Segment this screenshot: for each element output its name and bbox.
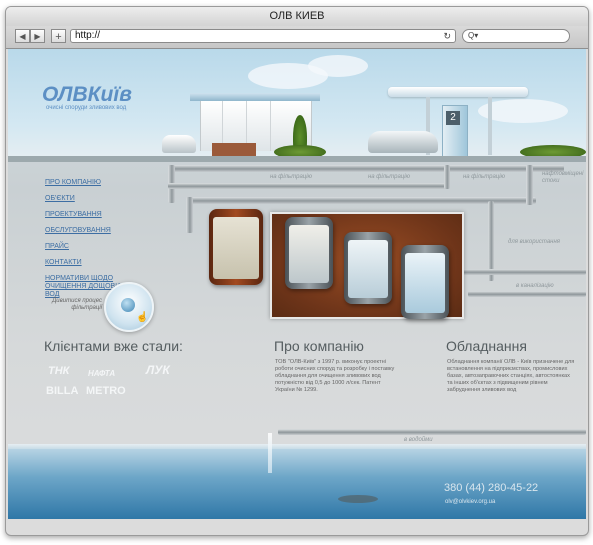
nav-item-contacts[interactable]: КОНТАКТИ <box>45 259 155 267</box>
water-stream <box>268 433 272 473</box>
pipe-label-filter-1: на фільтрацію <box>270 174 313 180</box>
station-sign: 2 <box>446 111 460 125</box>
pipe-right-riser <box>526 165 533 205</box>
url-text: http:// <box>75 30 101 41</box>
pipe-mid <box>186 197 536 204</box>
pipe-branch <box>168 183 448 189</box>
site-logo-subtitle: очисні споруди зливових вод <box>46 105 127 111</box>
pipe-label-outflow: в водойми <box>404 437 433 443</box>
tank-filter-2 <box>344 232 392 304</box>
tank-settler <box>209 209 263 285</box>
add-bookmark-button[interactable]: + <box>51 29 66 43</box>
nav-item-service[interactable]: ОБСЛУГОВУВАННЯ <box>45 227 155 235</box>
page-viewport: ОЛВКиїв очисні споруди зливових вод 2 ПР <box>8 49 586 519</box>
ground-line <box>8 156 586 162</box>
client-logo-tnk: ТНК <box>48 365 70 377</box>
back-button[interactable]: ◀ <box>15 29 30 43</box>
top-pipe <box>168 165 564 172</box>
equipment-heading: Обладнання <box>446 338 527 354</box>
url-bar[interactable]: http:// ↻ <box>70 29 456 43</box>
clients-heading: Клієнтами вже стали: <box>44 338 183 354</box>
contact-phone: 380 (44) 280-45-22 <box>444 482 539 494</box>
browser-toolbar: ◀ ▶ + http:// ↻ Q▾ <box>6 26 588 49</box>
nav-item-price[interactable]: ПРАЙС <box>45 243 155 251</box>
pipe-outflow <box>278 429 586 435</box>
fish-icon <box>338 495 378 503</box>
client-logo-luk: ЛУК <box>146 363 170 377</box>
tank-filter-3 <box>401 245 449 319</box>
pipe-label-filter-2: на фільтрацію <box>368 174 411 180</box>
about-heading: Про компанію <box>274 338 364 354</box>
pipe-reuse-out <box>448 269 586 275</box>
tank-filter-1 <box>285 217 333 289</box>
pipe-down-main <box>186 197 193 233</box>
pipe-label-oily: нафтовміщені стоки <box>542 171 584 184</box>
nav-item-objects[interactable]: ОБ'ЄКТИ <box>45 195 155 203</box>
pipe-label-reuse: для використання <box>508 239 560 245</box>
client-logo-billa: BILLA <box>46 385 79 397</box>
nav-item-about[interactable]: ПРО КОМПАНІЮ <box>45 179 155 187</box>
browser-window: ОЛВ КИЕВ ◀ ▶ + http:// ↻ Q▾ ОЛВКиїв очис… <box>5 6 589 536</box>
equipment-text: Обладнання компанії ОЛВ - Київ призначен… <box>447 359 575 393</box>
pipe-sewer-out <box>468 291 586 297</box>
client-logo-nafta: НАФТА <box>88 369 116 378</box>
suv-icon <box>368 131 438 153</box>
forward-button[interactable]: ▶ <box>30 29 45 43</box>
pipe-label-filter-3: на фільтрацію <box>463 174 506 180</box>
site-logo[interactable]: ОЛВКиїв <box>42 83 132 107</box>
search-field[interactable]: Q▾ <box>462 29 570 43</box>
view-filtering-button[interactable]: ☝ <box>104 282 154 332</box>
contact-email[interactable]: olv@olvkiev.org.ua <box>445 499 495 505</box>
pipe-drop-right <box>444 165 450 189</box>
client-logo-metro: METRO <box>86 385 126 397</box>
about-text: ТОВ "ОЛВ-Київ" з 1997 р. виконує проектн… <box>275 359 395 393</box>
nav-item-design[interactable]: ПРОЕКТУВАННЯ <box>45 211 155 219</box>
cursor-icon: ☝ <box>136 312 149 323</box>
search-icon: Q▾ <box>468 31 479 40</box>
reload-icon[interactable]: ↻ <box>443 30 451 42</box>
view-filtering-caption: Дивитися процес фільтрації <box>52 298 102 311</box>
water-drop-icon <box>121 298 135 312</box>
window-title: ОЛВ КИЕВ <box>6 7 588 26</box>
pipe-label-sewer: в каналізацію <box>516 283 554 289</box>
car-icon <box>162 135 196 153</box>
